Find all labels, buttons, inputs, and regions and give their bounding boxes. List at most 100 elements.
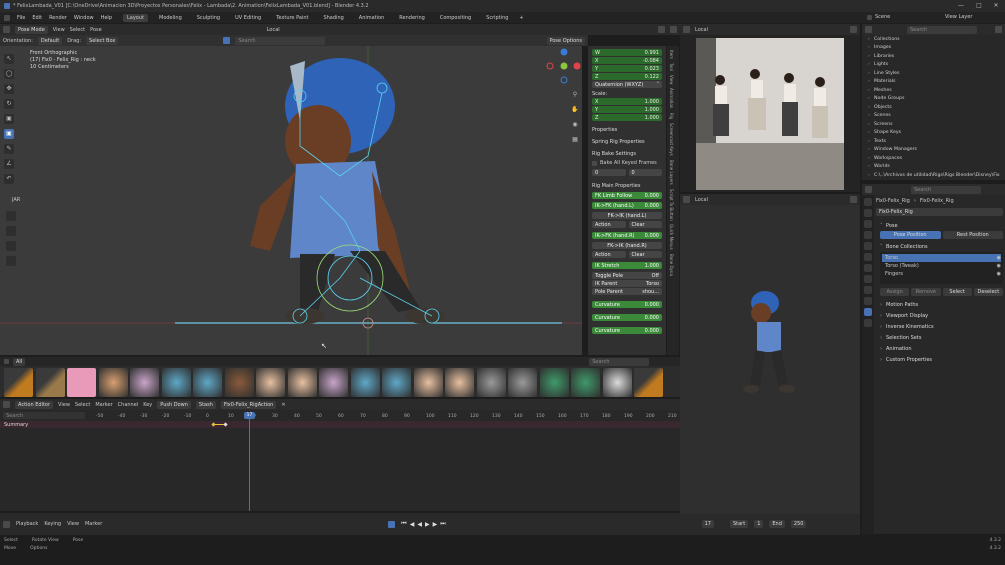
remove-button[interactable]: Remove (911, 288, 941, 296)
menu-window[interactable]: Window (74, 15, 94, 21)
outliner-item[interactable]: › Texts (862, 137, 1005, 146)
blender-menu-icon[interactable] (4, 14, 10, 21)
outliner-item[interactable]: › Collections (862, 35, 1005, 44)
asset-thumbnail-character-4[interactable] (161, 368, 191, 397)
reference-video-viewport[interactable]: Local (680, 24, 860, 192)
viewport-search-field[interactable]: Search (235, 36, 326, 45)
bake-start-field[interactable]: 0 (592, 169, 626, 176)
clear-r-button[interactable]: Clear (628, 251, 662, 258)
keyframe-marker-2[interactable] (223, 422, 228, 427)
asset-search-field[interactable]: Search (589, 357, 650, 366)
toggle-pole-row[interactable]: Toggle Pole Off (592, 272, 662, 279)
camera-preview-viewport[interactable]: Local (680, 194, 860, 514)
outliner-item[interactable]: › Worlds (862, 163, 1005, 172)
3d-viewport[interactable]: ↖ ◯ ✥ ↻ ▣ ▣ ✎ ∠ ↶ JAR Front Orthographic… (0, 46, 582, 355)
rotation-w-field[interactable]: W 0.991 (592, 49, 662, 56)
view-layer-tab-icon[interactable] (864, 231, 872, 239)
asset-thumbnail-character-12[interactable] (413, 368, 443, 397)
asset-thumbnail-character-2[interactable] (98, 368, 128, 397)
sidebar-tab-script-button[interactable]: Script To Button (669, 189, 674, 221)
viewport-shading-icon[interactable] (658, 26, 665, 33)
menu-help[interactable]: Help (101, 15, 112, 21)
bake-end-field[interactable]: 0 (628, 169, 662, 176)
rotation-x-field[interactable]: X -0.084 (592, 57, 662, 64)
perspective-toggle-icon[interactable]: ▦ (570, 135, 580, 145)
asset-thumbnail-prop-1[interactable] (4, 368, 33, 397)
visibility-eye-icon[interactable]: ◉ (997, 271, 1001, 277)
timeline-menu-marker[interactable]: Marker (85, 521, 102, 527)
viewport-menu-view[interactable]: View (53, 27, 65, 33)
world-tab-icon[interactable] (864, 253, 872, 261)
asset-thumbnail-character-6[interactable] (224, 368, 254, 397)
modifier-tab-icon[interactable] (864, 275, 872, 283)
current-frame-field[interactable]: 17 (701, 520, 714, 528)
playhead-frame-badge[interactable]: 17 (244, 412, 255, 419)
drag-dropdown[interactable]: Select Box (86, 36, 119, 45)
playhead-line[interactable] (249, 413, 250, 511)
outliner-item[interactable]: › Workspaces (862, 154, 1005, 163)
rotation-mode-dropdown[interactable]: Quaternion (WXYZ) ˅ (592, 81, 662, 88)
ik-parent-row[interactable]: IK Parent Torso (592, 280, 662, 287)
overlay-icon[interactable] (670, 26, 677, 33)
properties-section[interactable]: › Inverse Kinematics (876, 321, 1003, 332)
asset-thumbnail-mannequin-5[interactable] (602, 368, 632, 397)
menu-render[interactable]: Render (49, 15, 67, 21)
properties-search-field[interactable]: Search (911, 185, 981, 194)
outliner-item[interactable]: › Scenes (862, 112, 1005, 121)
workspace-tab-sculpting[interactable]: Sculpting (193, 14, 224, 22)
pole-parent-row[interactable]: Pole Parent shou... (592, 288, 662, 295)
properties-section[interactable]: › Selection Sets (876, 332, 1003, 343)
cam-editor-icon[interactable] (683, 196, 690, 203)
ik-fk-hand-r-slider[interactable]: IK->FK (hand.R) 0.000 (592, 232, 662, 239)
pose-position-button[interactable]: Pose Position (880, 231, 941, 239)
ik-fk-hand-l-slider[interactable]: IK->FK (hand.L) 0.000 (592, 202, 662, 209)
asset-thumbnail-character-9[interactable] (319, 368, 348, 397)
zoom-icon[interactable]: ⚲ (570, 90, 580, 100)
outliner-item[interactable]: › Meshes (862, 86, 1005, 95)
outliner-item[interactable]: › Node Groups (862, 95, 1005, 104)
bone-collections-section[interactable]: ˅ Bone Collections (876, 241, 1003, 252)
character-rig-canvas[interactable] (0, 46, 582, 355)
asset-thumbnail-character-7[interactable] (256, 368, 285, 397)
asset-thumbnail-mannequin-3[interactable] (539, 368, 569, 397)
timeline-editor-icon[interactable] (3, 520, 10, 528)
workspace-tab-shading[interactable]: Shading (319, 14, 347, 22)
close-icon[interactable]: ✕ (992, 2, 1000, 10)
output-tab-icon[interactable] (864, 220, 872, 228)
asset-thumbnail-character-13[interactable] (445, 368, 474, 397)
ref-transform-space[interactable]: Local (695, 27, 708, 33)
workspace-tab-texture-paint[interactable]: Texture Paint (272, 14, 312, 22)
sidebar-tab-view[interactable]: View (669, 75, 674, 85)
keyframe-summary[interactable] (211, 422, 230, 427)
fk-ik-hand-l-button[interactable]: FK->IK (hand.L) (592, 212, 662, 219)
asset-thumbnail-prop-3[interactable] (634, 368, 663, 397)
asset-thumbnail-character-5[interactable] (193, 368, 222, 397)
prev-key-icon[interactable]: ◀ (410, 521, 415, 528)
properties-editor-icon[interactable] (865, 186, 872, 193)
pose-options-button[interactable]: Pose Options (546, 36, 585, 45)
ref-editor-icon[interactable] (683, 26, 690, 33)
asset-thumbnail-character-11[interactable] (382, 368, 411, 397)
outliner-item[interactable]: › Objects (862, 103, 1005, 112)
rig-bake-section[interactable]: Rig Bake Settings (592, 151, 662, 157)
minimize-icon[interactable]: — (957, 2, 965, 10)
workspace-tab-layout[interactable]: Layout (123, 13, 148, 22)
rotation-y-field[interactable]: Y 0.023 (592, 65, 662, 72)
outliner-item[interactable]: › Shape Keys (862, 129, 1005, 138)
asset-menu-icon[interactable] (4, 359, 9, 364)
workspace-tab-rendering[interactable]: Rendering (395, 14, 429, 22)
view-layer-selector[interactable]: View Layer (945, 14, 972, 20)
clear-l-button[interactable]: Clear (628, 221, 662, 228)
pan-hand-icon[interactable]: ✋ (570, 105, 580, 115)
outliner-item[interactable]: › C:\..\Archivos de utilidad\Rigs\Rigs Bl… (862, 171, 1005, 180)
properties-section[interactable]: › Animation (876, 343, 1003, 354)
ik-stretch-slider[interactable]: IK Stretch 1.000 (592, 262, 662, 269)
curvature-slider-1[interactable]: Curvature 0.000 (592, 301, 662, 308)
bone-collection-row-torso-tweak[interactable]: Torso (Tweak) ◉ (882, 262, 1001, 270)
scale-z-field[interactable]: Z 1.000 (592, 114, 662, 121)
scene-selector[interactable]: Scene (867, 14, 890, 20)
scene-tab-icon[interactable] (864, 242, 872, 250)
cam-transform-space[interactable]: Local (695, 197, 708, 203)
select-button[interactable]: Select (942, 288, 972, 296)
asset-thumbnail-character-8[interactable] (287, 368, 317, 397)
